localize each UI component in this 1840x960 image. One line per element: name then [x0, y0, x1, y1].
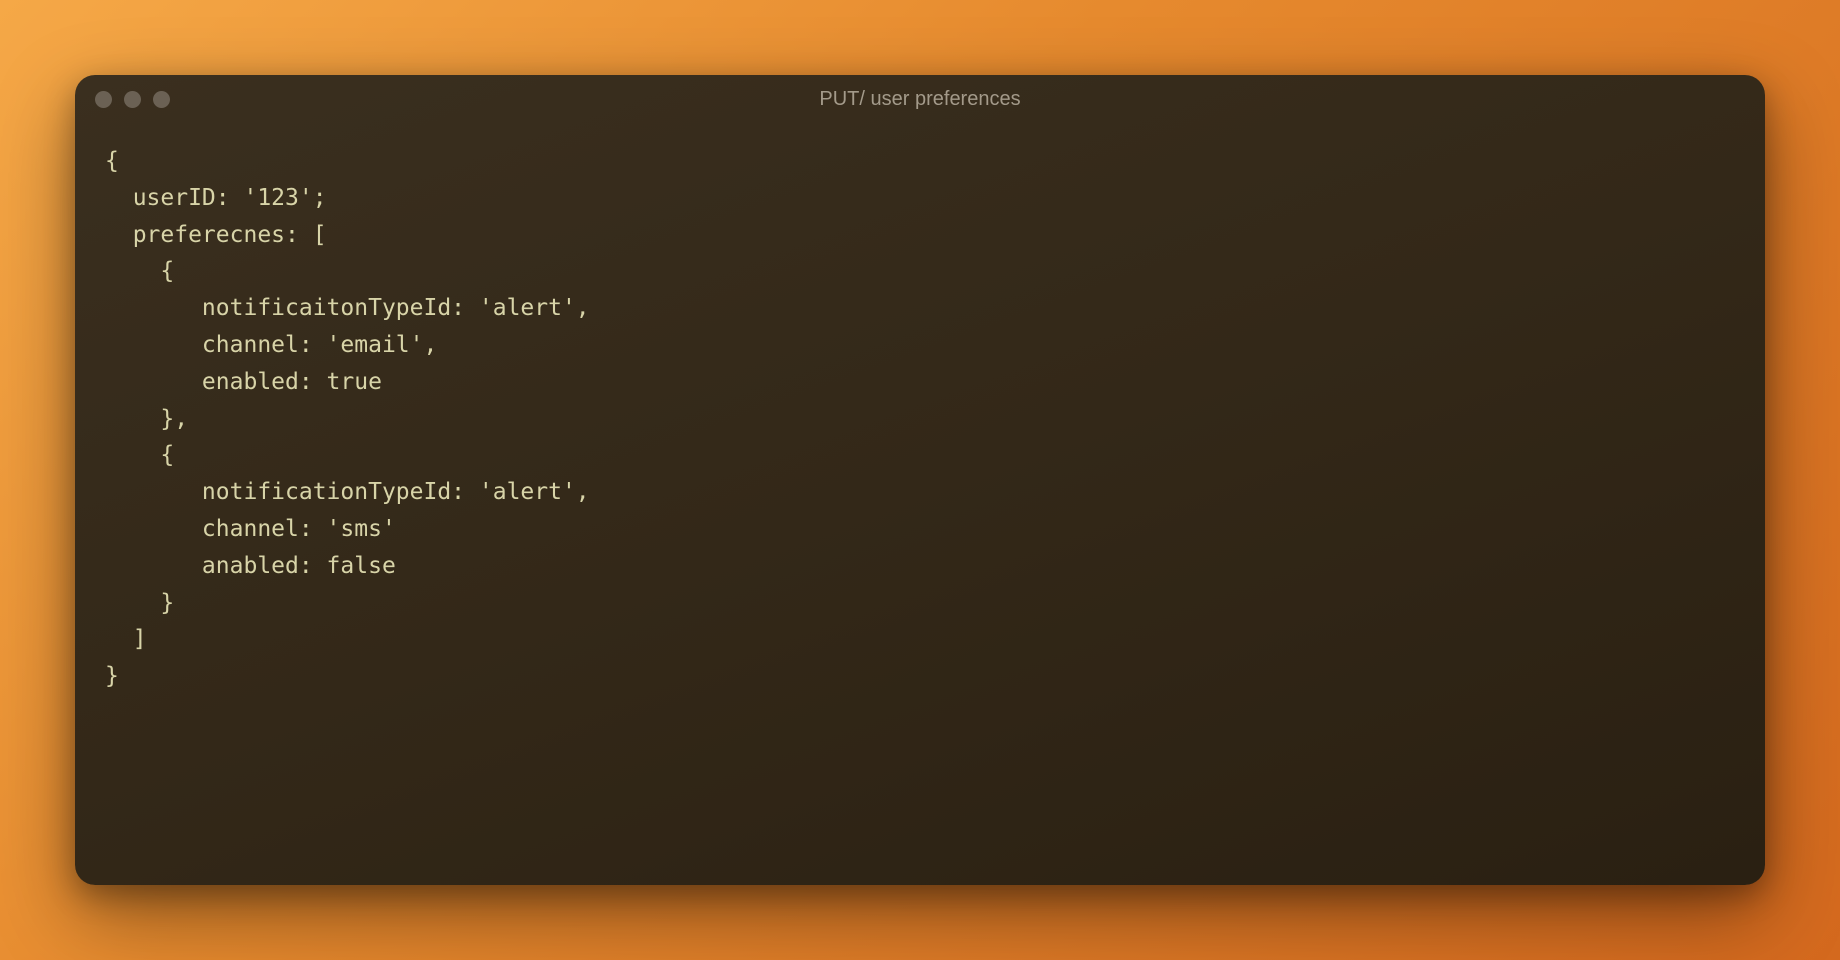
code-editor[interactable]: { userID: '123'; preferecnes: [ { notifi… [75, 123, 1765, 715]
code-line: { [105, 437, 1735, 474]
code-line: }, [105, 401, 1735, 438]
close-button[interactable] [95, 91, 112, 108]
code-line: ] [105, 621, 1735, 658]
code-line: } [105, 585, 1735, 622]
window-titlebar: PUT/ user preferences [75, 75, 1765, 123]
code-line: { [105, 253, 1735, 290]
code-line: channel: 'sms' [105, 511, 1735, 548]
window-title: PUT/ user preferences [819, 88, 1020, 111]
code-line: userID: '123'; [105, 180, 1735, 217]
maximize-button[interactable] [153, 91, 170, 108]
code-line: { [105, 143, 1735, 180]
minimize-button[interactable] [124, 91, 141, 108]
code-line: notificaitonTypeId: 'alert', [105, 290, 1735, 327]
code-line: } [105, 658, 1735, 695]
code-line: anabled: false [105, 548, 1735, 585]
editor-window: PUT/ user preferences { userID: '123'; p… [75, 75, 1765, 885]
code-line: preferecnes: [ [105, 217, 1735, 254]
code-line: notificationTypeId: 'alert', [105, 474, 1735, 511]
traffic-lights [95, 91, 170, 108]
code-line: enabled: true [105, 364, 1735, 401]
code-line: channel: 'email', [105, 327, 1735, 364]
